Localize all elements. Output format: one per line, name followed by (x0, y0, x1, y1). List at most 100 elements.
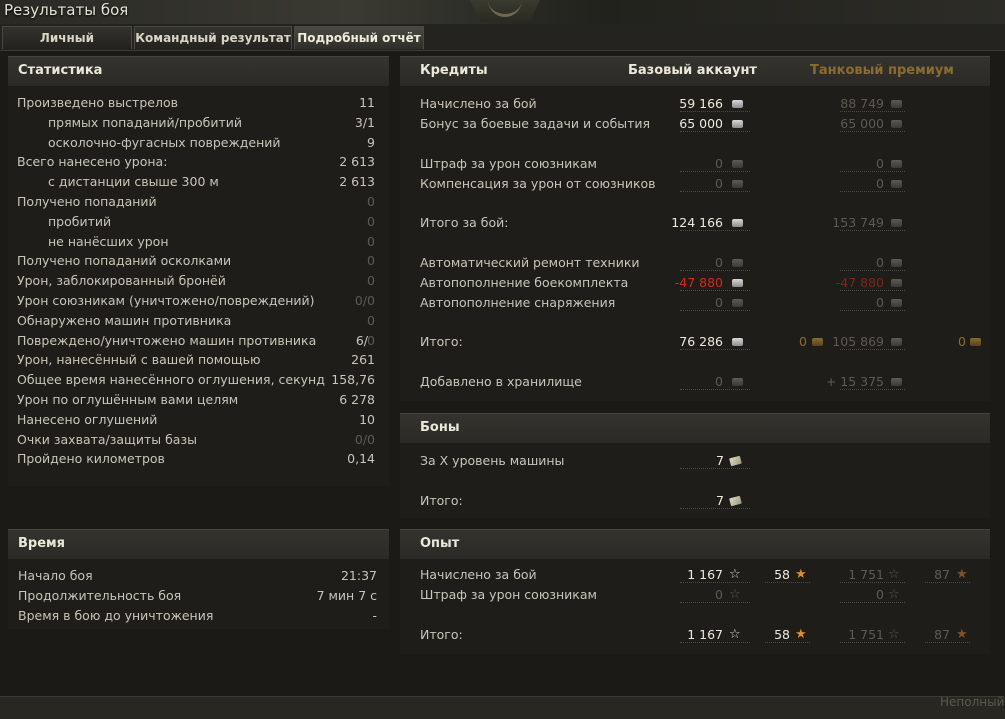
bonds-label: За X уровень машины (420, 453, 565, 468)
stat-value-secondary: 0 (367, 332, 375, 348)
tab-detailed-report[interactable]: Подробный отчёт (294, 26, 424, 49)
dotted-underline (680, 642, 750, 643)
dotted-underline (680, 602, 750, 603)
gold-coin-icon (812, 338, 823, 346)
dotted-underline (680, 508, 750, 509)
stat-value: 11 (359, 95, 375, 110)
stat-value: 6 278 (339, 392, 375, 407)
stat-row: Обнаружено машин противника 0 (17, 312, 377, 330)
tab-team-result[interactable]: Командный результат (134, 26, 292, 49)
stat-row: Пройдено километров 0,14 (17, 450, 377, 468)
dotted-underline (680, 389, 750, 390)
stat-label: Обнаружено машин противника (17, 312, 232, 328)
incomplete-label: Неполный (940, 695, 1005, 709)
stat-label: Урон союзникам (уничтожено/повреждений) (17, 293, 315, 308)
dotted-underline (680, 131, 750, 132)
star-icon: ☆ (729, 627, 741, 642)
stat-label: Получено попаданий (17, 194, 157, 209)
credit-coin-icon (732, 259, 743, 267)
stat-value: 261 (351, 352, 375, 368)
experience-row: Итого: 1 167 ☆ 1 751 ☆ 58 ★ 87 ★ (420, 626, 980, 644)
bond-icon (729, 455, 742, 467)
credits-label: Автопополнение снаряжения (420, 295, 616, 310)
credits-label: Бонус за боевые задачи и события (420, 116, 651, 131)
stat-value: 0 (367, 312, 375, 328)
stat-row: Произведено выстрелов 11 (17, 94, 377, 112)
credit-coin-icon (891, 120, 902, 128)
time-label: Время в бою до уничтожения (18, 608, 214, 623)
credit-coin-icon (732, 160, 743, 168)
dotted-underline (840, 642, 905, 643)
statistics-title: Статистика (18, 63, 103, 78)
stat-label: Повреждено/уничтожено машин противника (17, 332, 317, 348)
credit-coin-icon (891, 180, 902, 188)
credits-row: Добавлено в хранилище 0 + 15 375 (420, 373, 980, 391)
credits-label: Автоматический ремонт техники (420, 255, 640, 270)
stat-label: прямых попаданий/пробитий (48, 114, 243, 130)
credits-row: Автоматический ремонт техники 0 0 (420, 254, 980, 272)
stat-row: Урон, заблокированный бронёй 0 (17, 272, 377, 290)
experience-label: Штраф за урон союзникам (420, 587, 597, 602)
dotted-underline (680, 230, 750, 231)
dotted-underline (840, 191, 905, 192)
dotted-underline (925, 642, 970, 643)
dotted-underline (925, 582, 970, 583)
time-title: Время (18, 536, 66, 551)
credit-coin-icon (891, 219, 902, 227)
column-tank-premium: Танковый премиум (810, 63, 954, 78)
credit-coin-icon (732, 120, 743, 128)
time-row: Начало боя 21:37 (18, 567, 377, 585)
stat-label: Произведено выстрелов (17, 95, 178, 110)
dotted-underline (680, 171, 750, 172)
window-title: Результаты боя (4, 1, 129, 19)
bonds-header: Боны (400, 413, 990, 443)
stat-label: пробитий (48, 213, 112, 229)
dotted-underline (680, 111, 750, 112)
experience-row: Начислено за бой 1 167 ☆ 1 751 ☆ 58 ★ 87 ★ (420, 566, 980, 584)
bond-icon (729, 495, 742, 507)
dotted-underline (840, 131, 905, 132)
dotted-underline (840, 171, 905, 172)
credit-coin-icon (732, 219, 743, 227)
stat-row: с дистанции свыше 300 м 2 613 (17, 173, 377, 191)
credits-row: Компенсация за урон от союзников 0 0 (420, 175, 980, 193)
column-base-account: Базовый аккаунт (628, 63, 757, 78)
stat-row: Общее время нанесённого оглушения, секун… (17, 371, 377, 389)
bonds-row: За X уровень машины 7 (420, 452, 750, 470)
stat-row: Нанесено оглушений 10 (17, 411, 377, 429)
time-row: Время в бою до уничтожения - (18, 607, 377, 625)
stat-label: Пройдено километров (17, 451, 165, 467)
credits-label: Итого: (420, 334, 463, 349)
stat-label: Урон, нанесённый с вашей помощью (17, 352, 261, 368)
stat-row: осколочно-фугасных повреждений 9 (17, 134, 377, 152)
time-value: 21:37 (340, 568, 377, 583)
stat-label: Урон по оглушённым вами целям (17, 392, 239, 407)
stat-row: Урон союзникам (уничтожено/повреждений) 0… (17, 292, 377, 310)
credits-label: Начислено за бой (420, 96, 537, 111)
stat-row: прямых попаданий/пробитий 3/1 (17, 114, 377, 132)
credits-header: Кредиты Базовый аккаунт Танковый премиум (400, 56, 990, 86)
dotted-underline (840, 230, 905, 231)
credits-premium-gold-value: 0 (958, 334, 966, 349)
stat-value: 0/0 (354, 293, 375, 308)
dotted-underline (680, 191, 750, 192)
credits-label: Компенсация за урон от союзников (420, 176, 656, 191)
credits-label: Итого за бой: (420, 215, 509, 230)
stat-row: Получено попаданий осколками 0 (17, 252, 377, 270)
time-header: Время (8, 529, 389, 559)
star-icon: ☆ (888, 627, 900, 642)
time-row: Продолжительность боя 7 мин 7 с (18, 587, 377, 605)
credit-coin-icon (891, 338, 902, 346)
dotted-underline (680, 270, 750, 271)
credits-row: Автопополнение снаряжения 0 0 (420, 294, 980, 312)
tab-personal-result[interactable]: Личный результат (2, 26, 132, 67)
time-value: - (372, 608, 377, 623)
stat-row: Урон по оглушённым вами целям 6 278 (17, 391, 377, 409)
stat-row: Получено попаданий 0 (17, 193, 377, 211)
time-label: Продолжительность боя (18, 588, 182, 603)
stat-value: 6/ (355, 332, 368, 348)
dotted-underline (840, 310, 905, 311)
experience-label: Начислено за бой (420, 567, 537, 582)
dotted-underline (680, 349, 750, 350)
stat-value: 0 (367, 194, 375, 209)
